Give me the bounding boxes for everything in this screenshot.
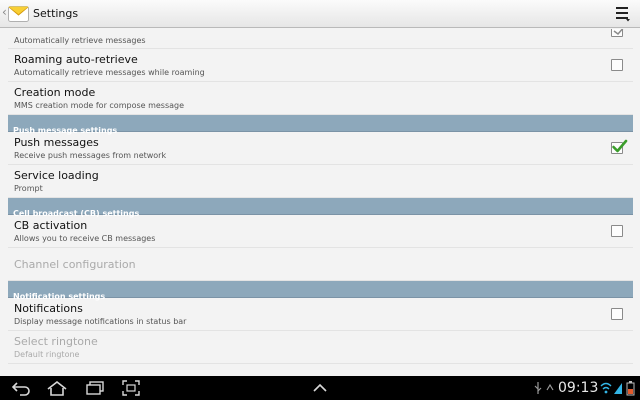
- creation-mode-title: Creation mode: [14, 86, 96, 99]
- clock: 09:13: [558, 380, 599, 396]
- action-bar: ‹ Settings: [0, 0, 640, 28]
- recent-apps-icon[interactable]: [85, 380, 105, 396]
- service-loading-title: Service loading: [14, 169, 99, 182]
- auto-retrieve-summary: Automatically retrieve messages: [14, 36, 146, 45]
- select-ringtone-title: Select ringtone: [14, 335, 98, 348]
- roaming-auto-retrieve-summary: Automatically retrieve messages while ro…: [14, 68, 205, 77]
- usb-icon: [534, 382, 542, 394]
- notifications-checkbox[interactable]: [611, 308, 623, 320]
- battery-icon: [626, 381, 635, 396]
- select-ringtone-summary: Default ringtone: [14, 350, 80, 359]
- envelope-icon[interactable]: [8, 4, 29, 24]
- service-loading-summary: Prompt: [14, 184, 43, 193]
- chevron-left-icon[interactable]: ‹: [2, 5, 7, 19]
- service-loading-row[interactable]: Service loading Prompt: [8, 165, 633, 198]
- system-nav-bar: 09:13: [0, 376, 640, 400]
- channel-configuration-title: Channel configuration: [14, 258, 136, 271]
- signal-icon: [614, 383, 622, 394]
- auto-retrieve-row[interactable]: Automatically retrieve messages: [8, 29, 633, 49]
- cell-broadcast-settings-header: Cell broadcast (CB) settings: [8, 198, 633, 218]
- back-icon[interactable]: [11, 380, 31, 396]
- push-messages-row[interactable]: Push messages Receive push messages from…: [8, 132, 633, 165]
- roaming-auto-retrieve-checkbox[interactable]: [611, 59, 623, 71]
- notifications-row[interactable]: Notifications Display message notificati…: [8, 298, 633, 331]
- overflow-menu-icon[interactable]: [615, 5, 631, 22]
- select-ringtone-row: Select ringtone Default ringtone: [8, 331, 633, 364]
- notifications-summary: Display message notifications in status …: [14, 317, 187, 326]
- cb-activation-title: CB activation: [14, 219, 88, 232]
- creation-mode-row[interactable]: Creation mode MMS creation mode for comp…: [8, 82, 633, 115]
- channel-configuration-row: Channel configuration: [8, 248, 633, 281]
- checkmark-icon: [613, 29, 624, 36]
- cb-activation-checkbox[interactable]: [611, 225, 623, 237]
- notification-settings-header: Notification settings: [8, 281, 633, 301]
- roaming-auto-retrieve-row[interactable]: Roaming auto-retrieve Automatically retr…: [8, 49, 633, 82]
- home-icon[interactable]: [46, 380, 68, 396]
- auto-retrieve-checkbox[interactable]: [611, 29, 624, 37]
- page-title: Settings: [33, 7, 79, 20]
- wifi-icon: [600, 382, 612, 394]
- cb-activation-summary: Allows you to receive CB messages: [14, 234, 156, 243]
- screenshot-icon[interactable]: [122, 380, 140, 396]
- push-message-settings-header: Push message settings: [8, 115, 633, 135]
- creation-mode-summary: MMS creation mode for compose message: [14, 101, 185, 110]
- push-messages-checkbox[interactable]: [611, 139, 628, 154]
- notifications-title: Notifications: [14, 302, 83, 315]
- sync-icon: [546, 383, 554, 391]
- push-messages-summary: Receive push messages from network: [14, 151, 167, 160]
- checkmark-icon: [612, 139, 628, 153]
- cb-activation-row[interactable]: CB activation Allows you to receive CB m…: [8, 215, 633, 248]
- roaming-auto-retrieve-title: Roaming auto-retrieve: [14, 53, 138, 66]
- settings-list[interactable]: Automatically retrieve messages Roaming …: [8, 29, 633, 374]
- expand-up-icon[interactable]: [312, 380, 328, 396]
- push-messages-title: Push messages: [14, 136, 99, 149]
